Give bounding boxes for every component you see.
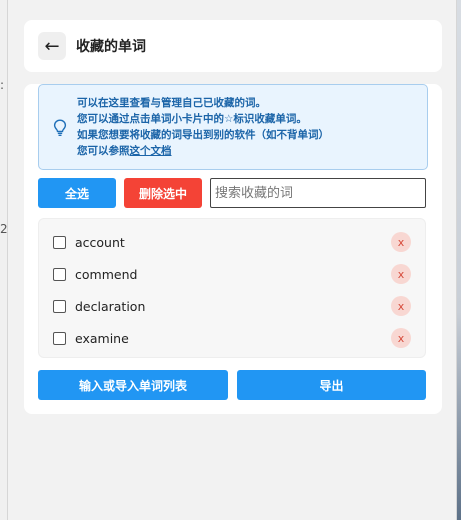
word-checkbox[interactable] (53, 267, 66, 281)
import-word-list-button[interactable]: 输入或导入单词列表 (38, 370, 228, 400)
remove-word-button[interactable]: x (391, 264, 411, 284)
word-label: declaration (75, 298, 146, 314)
word-checkbox[interactable] (53, 299, 66, 313)
tip-line: 如果您想要将收藏的词导出到别的软件（如不背单词） (77, 129, 329, 141)
remove-word-button[interactable]: x (391, 296, 411, 316)
tip-line: 您可以通过点击单词小卡片中的☆标识收藏单词。 (77, 113, 307, 125)
back-arrow-icon: ← (44, 35, 60, 57)
tip-text: 可以在这里查看与管理自己已收藏的词。 您可以通过点击单词小卡片中的☆标识收藏单词… (77, 95, 329, 159)
background-page-fragment: : (0, 78, 5, 92)
doc-link[interactable]: 这个文档 (130, 145, 172, 157)
list-item: declaration x (39, 293, 427, 319)
tip-line: 可以在这里查看与管理自己已收藏的词。 (77, 97, 266, 109)
info-tip: 可以在这里查看与管理自己已收藏的词。 您可以通过点击单词小卡片中的☆标识收藏单词… (38, 84, 428, 170)
word-label: account (75, 234, 125, 250)
tip-line-prefix: 您可以参照 (77, 145, 130, 157)
favorites-panel: ← 收藏的单词 可以在这里查看与管理自己已收藏的词。 您可以通过点击单词小卡片中… (7, 0, 457, 520)
search-input[interactable] (210, 178, 426, 208)
list-item: commend x (39, 261, 427, 287)
tip-line: 您可以参照这个文档 (77, 143, 329, 159)
list-item: account x (39, 229, 427, 255)
back-button[interactable]: ← (38, 32, 66, 60)
export-button[interactable]: 导出 (237, 370, 426, 400)
word-label: commend (75, 266, 138, 282)
panel-header: ← 收藏的单词 (24, 20, 442, 72)
delete-selected-button[interactable]: 删除选中 (124, 178, 202, 208)
list-item: examine x (39, 325, 427, 351)
word-label: examine (75, 330, 129, 346)
favorites-card: 可以在这里查看与管理自己已收藏的词。 您可以通过点击单词小卡片中的☆标识收藏单词… (24, 84, 442, 414)
word-checkbox[interactable] (53, 331, 66, 345)
word-list: account x commend x declaration x examin… (38, 218, 426, 358)
page-title: 收藏的单词 (76, 39, 146, 55)
remove-word-button[interactable]: x (391, 328, 411, 348)
select-all-button[interactable]: 全选 (38, 178, 116, 208)
lightbulb-icon (53, 119, 69, 137)
remove-word-button[interactable]: x (391, 232, 411, 252)
word-checkbox[interactable] (53, 235, 66, 249)
